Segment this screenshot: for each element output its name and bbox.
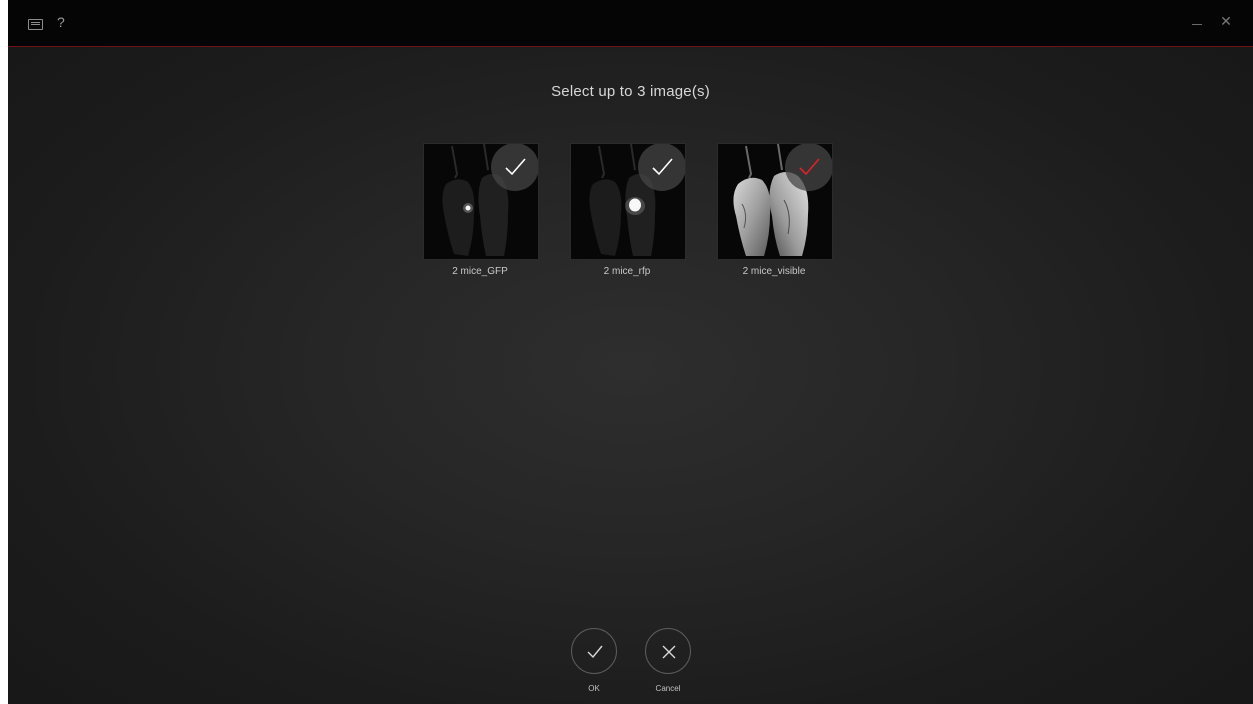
selected-badge	[491, 144, 538, 191]
image-label-gfp: 2 mice_GFP	[452, 266, 508, 277]
image-label-rfp: 2 mice_rfp	[603, 266, 651, 277]
image-thumb-gfp[interactable]	[423, 143, 539, 260]
title-bar: ? ✕	[8, 0, 1253, 47]
image-thumb-rfp[interactable]	[570, 143, 686, 260]
selected-badge	[785, 144, 832, 191]
image-select-dialog: ? ✕ Select up to 3 image(s) 2 mice_GFP 2…	[8, 0, 1253, 704]
ok-label: OK	[588, 684, 600, 693]
checkmark-icon	[587, 645, 603, 659]
keyboard-icon[interactable]	[28, 19, 43, 30]
selected-badge	[638, 144, 685, 191]
close-icon	[662, 645, 676, 659]
ok-button[interactable]	[571, 628, 617, 674]
help-button[interactable]: ?	[57, 14, 65, 30]
minimize-button[interactable]	[1192, 24, 1202, 25]
image-thumb-visible[interactable]	[717, 143, 833, 260]
close-button[interactable]: ✕	[1218, 14, 1234, 30]
checkmark-icon	[799, 158, 820, 176]
cancel-label: Cancel	[655, 684, 681, 693]
cancel-button[interactable]	[645, 628, 691, 674]
image-label-visible: 2 mice_visible	[742, 266, 806, 277]
dialog-heading: Select up to 3 image(s)	[551, 83, 710, 100]
checkmark-icon	[505, 158, 526, 176]
checkmark-icon	[652, 158, 673, 176]
